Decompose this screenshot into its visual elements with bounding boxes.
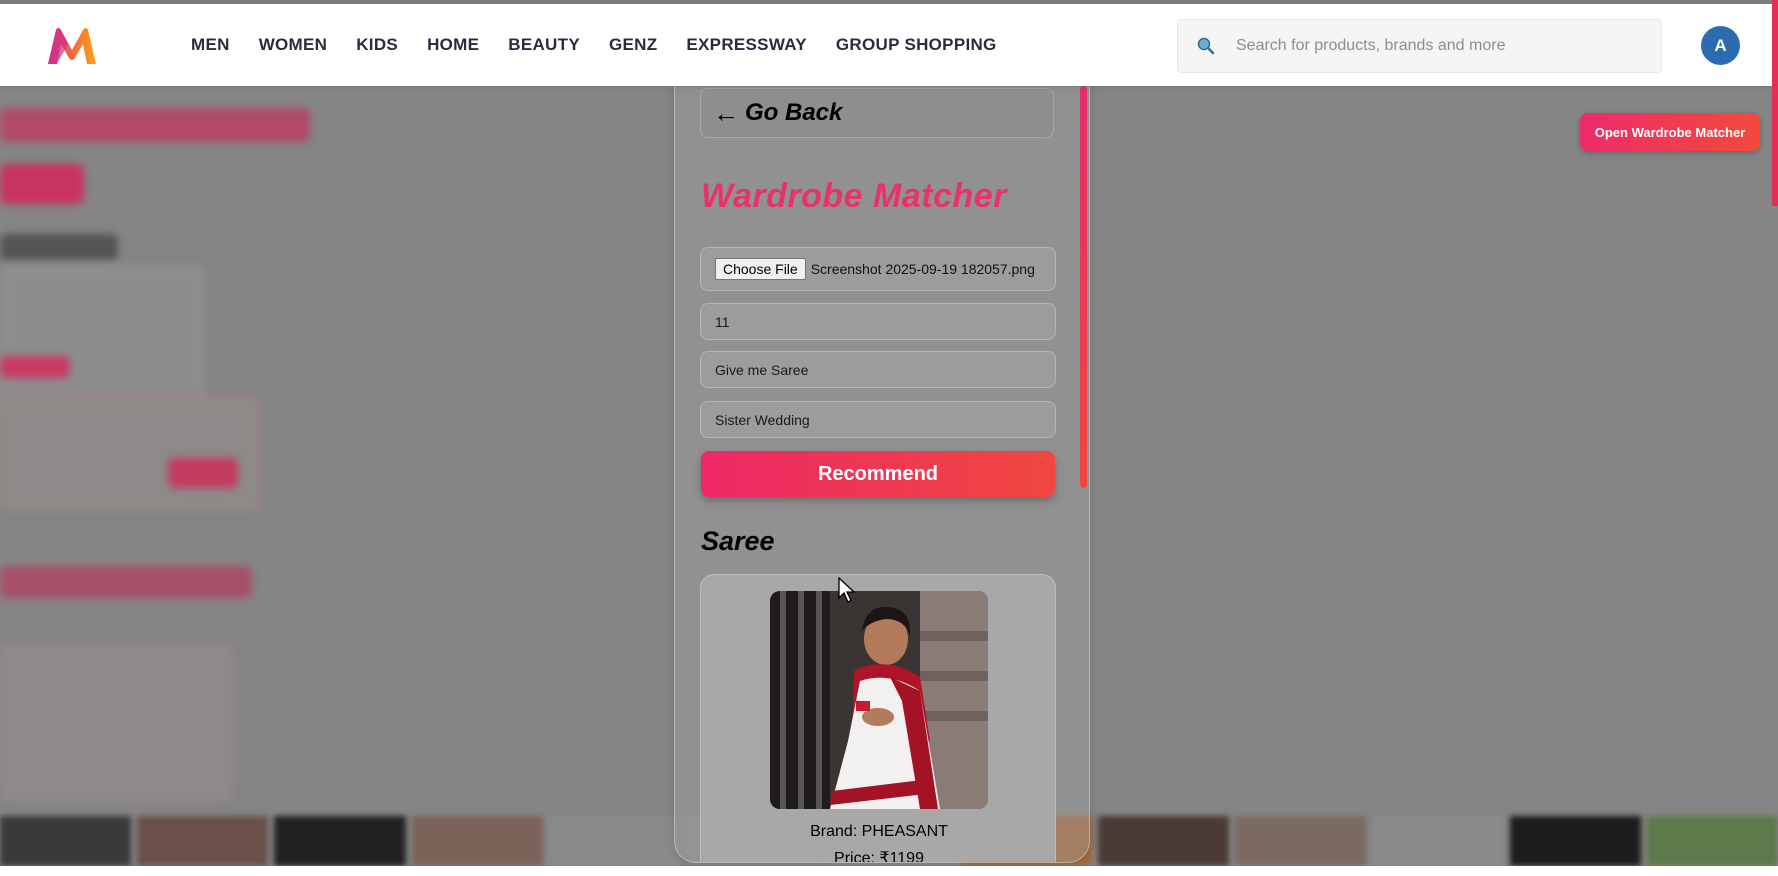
product-image[interactable] <box>770 591 988 809</box>
product-price: Price: ₹1199 <box>834 850 924 863</box>
go-back-label: Go Back <box>745 99 843 126</box>
size-input[interactable]: 11 <box>700 303 1056 340</box>
mouse-cursor-icon <box>838 577 856 603</box>
nav-group-shopping[interactable]: GROUP SHOPPING <box>836 35 997 55</box>
panel-title: Wardrobe Matcher <box>701 177 1007 215</box>
bg-tag-blur <box>0 356 70 378</box>
nav-women[interactable]: WOMEN <box>259 35 328 55</box>
nav-beauty[interactable]: BEAUTY <box>508 35 580 55</box>
myntra-logo-icon[interactable] <box>46 26 98 66</box>
bg-form-blur <box>0 396 259 510</box>
search-bar[interactable] <box>1177 19 1662 73</box>
nav-expressway[interactable]: EXPRESSWAY <box>686 35 806 55</box>
search-icon <box>1197 37 1215 55</box>
user-avatar[interactable]: A <box>1701 26 1740 65</box>
page-scrollbar[interactable] <box>1772 0 1778 206</box>
left-arrow-icon: ← <box>713 97 739 128</box>
main-nav: MEN WOMEN KIDS HOME BEAUTY GENZ EXPRESSW… <box>191 4 1026 86</box>
product-card[interactable]: Brand: PHEASANT Price: ₹1199 <box>700 574 1056 863</box>
nav-kids[interactable]: KIDS <box>356 35 398 55</box>
choose-file-button[interactable]: Choose File <box>715 258 806 280</box>
bg-text-blur <box>0 234 118 260</box>
request-input[interactable]: Give me Saree <box>700 351 1056 388</box>
product-brand: Brand: PHEASANT <box>810 823 948 840</box>
bg-section-blur <box>0 566 252 598</box>
selected-file-name: Screenshot 2025-09-19 182057.png <box>810 261 1035 277</box>
nav-genz[interactable]: GENZ <box>609 35 657 55</box>
result-heading: Saree <box>701 526 775 556</box>
bg-heading-blur <box>0 108 310 142</box>
nav-men[interactable]: MEN <box>191 35 230 55</box>
wardrobe-matcher-panel: ← Go Back Wardrobe Matcher Choose File S… <box>674 86 1090 863</box>
recommend-button[interactable]: Recommend <box>701 451 1055 497</box>
nav-home[interactable]: HOME <box>427 35 479 55</box>
bg-button-blur <box>0 164 84 204</box>
bottom-edge <box>0 866 1778 876</box>
go-back-button[interactable]: ← Go Back <box>700 88 1054 138</box>
panel-scrollbar[interactable] <box>1080 86 1087 488</box>
file-upload-field[interactable]: Choose File Screenshot 2025-09-19 182057… <box>700 247 1056 291</box>
occasion-input[interactable]: Sister Wedding <box>700 401 1056 438</box>
bg-list-blur <box>0 646 232 800</box>
bg-form-button-blur <box>168 458 238 488</box>
open-wardrobe-matcher-button[interactable]: Open Wardrobe Matcher <box>1580 113 1760 151</box>
search-input[interactable] <box>1234 36 1638 56</box>
top-header: MEN WOMEN KIDS HOME BEAUTY GENZ EXPRESSW… <box>0 4 1772 86</box>
